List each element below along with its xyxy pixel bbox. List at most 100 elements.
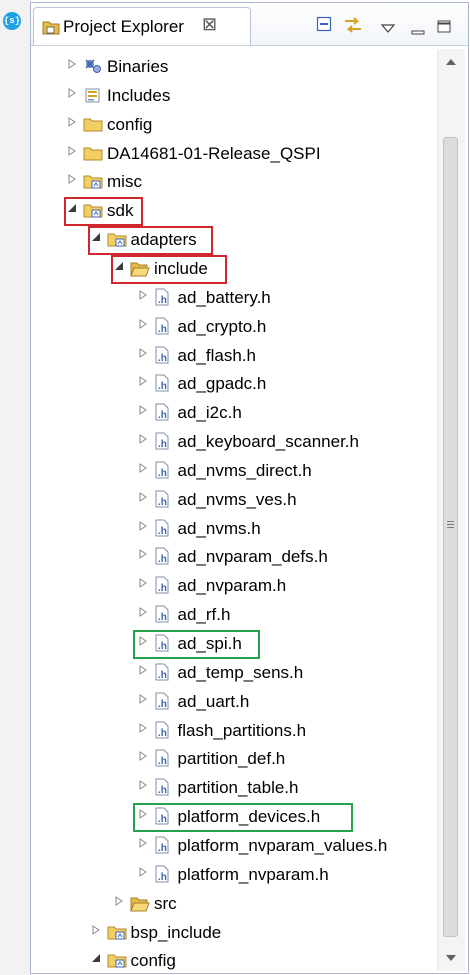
collapsed-arrow-icon[interactable] [138, 491, 148, 508]
svg-text:.h: .h [158, 468, 167, 479]
header-file-icon: .h [154, 432, 174, 452]
tree-item-label: ad_i2c.h [177, 403, 242, 423]
source-folder-icon [107, 923, 127, 943]
collapsed-arrow-icon[interactable] [67, 174, 77, 190]
header-file-icon: .h [154, 346, 174, 366]
collapsed-arrow-icon[interactable] [138, 347, 148, 364]
tree-item-label: ad_crypto.h [177, 316, 267, 336]
svg-text:.h: .h [158, 526, 167, 537]
collapsed-arrow-icon[interactable] [138, 318, 148, 335]
tree-item-label: ad_keyboard_scanner.h [177, 432, 359, 452]
binaries-icon [83, 57, 103, 77]
collapsed-arrow-icon[interactable] [138, 434, 148, 450]
svg-text:.h: .h [158, 872, 167, 883]
svg-text:.h: .h [158, 728, 167, 739]
scroll-up-icon[interactable] [446, 59, 456, 65]
folder-icon [83, 115, 103, 135]
tree-item-label: ad_nvms_direct.h [177, 460, 312, 480]
collapsed-arrow-icon[interactable] [138, 376, 148, 392]
collapsed-arrow-icon[interactable] [138, 693, 148, 710]
red-highlight-box [111, 254, 228, 284]
tree-item-label: src [154, 893, 177, 913]
collapsed-arrow-icon[interactable] [138, 549, 148, 565]
header-file-icon: .h [154, 721, 174, 741]
minimize-icon[interactable] [411, 21, 425, 41]
expanded-arrow-icon[interactable] [91, 953, 101, 969]
tree-item-label: ad_temp_sens.h [177, 662, 304, 682]
svg-text:.h: .h [158, 410, 167, 421]
link-with-editor-icon[interactable] [343, 16, 363, 39]
header-file-icon: .h [154, 519, 174, 539]
collapse-all-icon[interactable] [316, 16, 332, 37]
collapsed-arrow-icon[interactable] [138, 405, 148, 421]
red-highlight-box [64, 197, 143, 227]
tree-item-label: config [107, 114, 153, 134]
svg-text:.h: .h [158, 439, 167, 450]
tree-item-label: partition_def.h [177, 749, 286, 769]
svg-text:.h: .h [158, 554, 167, 565]
project-explorer-panel: Project Explorer ⊠ Binaries Includes confi… [30, 2, 469, 974]
collapsed-arrow-icon[interactable] [138, 289, 148, 306]
vertical-scrollbar[interactable] [437, 49, 465, 971]
tree-item-label: bsp_include [130, 922, 222, 942]
scroll-down-icon[interactable] [446, 955, 456, 961]
collapsed-arrow-icon[interactable] [138, 722, 148, 739]
view-menu-icon[interactable] [380, 19, 396, 39]
tree-item-label: misc [107, 172, 142, 192]
collapsed-arrow-icon[interactable] [67, 59, 77, 75]
panel-title: Project Explorer [63, 17, 184, 36]
source-folder-icon [83, 172, 103, 192]
close-icon[interactable]: ⊠ [202, 14, 217, 35]
tree-item-label: ad_nvparam.h [177, 576, 287, 596]
tree-item-label: ad_nvms_ves.h [177, 489, 297, 509]
collapsed-arrow-icon[interactable] [114, 895, 124, 912]
collapsed-arrow-icon[interactable] [91, 924, 101, 941]
tree-item-label: partition_table.h [177, 778, 299, 798]
svg-text:.h: .h [158, 785, 167, 796]
svg-text:.h: .h [158, 324, 167, 335]
collapsed-arrow-icon[interactable] [138, 578, 148, 594]
collapsed-arrow-icon[interactable] [67, 116, 77, 133]
collapsed-arrow-icon[interactable] [138, 607, 148, 623]
tree-item-label: Includes [107, 85, 171, 105]
collapsed-arrow-icon[interactable] [138, 780, 148, 796]
collapsed-arrow-icon[interactable] [138, 751, 148, 767]
tab-bar: Project Explorer ⊠ [31, 3, 468, 46]
collapsed-arrow-icon[interactable] [67, 87, 77, 104]
green-highlight-box [132, 803, 353, 833]
project-tree: Binaries Includes config DA14681-01-Release… [31, 50, 435, 970]
svg-text:.h: .h [158, 353, 167, 364]
collapsed-arrow-icon[interactable] [138, 838, 148, 854]
svg-text:.h: .h [158, 670, 167, 681]
tab-project-explorer[interactable]: Project Explorer ⊠ [33, 7, 251, 45]
header-file-icon: .h [154, 461, 174, 481]
header-file-icon: .h [154, 490, 174, 510]
sdk-icon[interactable]: {s} [3, 12, 21, 30]
tree-item-label: platform_nvparam.h [177, 864, 329, 884]
tree-item-label: ad_nvms.h [177, 518, 261, 538]
tree-item-label: Binaries [107, 57, 169, 76]
collapsed-arrow-icon[interactable] [138, 520, 148, 537]
header-file-icon: .h [154, 605, 174, 625]
collapsed-arrow-icon[interactable] [67, 145, 77, 162]
folder-icon [83, 144, 103, 164]
svg-text:.h: .h [158, 699, 167, 710]
tree-item-label: ad_gpadc.h [177, 374, 267, 394]
grip-icon [447, 521, 454, 531]
includes-icon [83, 86, 103, 106]
scroll-thumb[interactable] [443, 137, 458, 937]
collapsed-arrow-icon[interactable] [138, 866, 148, 883]
header-file-icon: .h [154, 663, 174, 683]
collapsed-arrow-icon[interactable] [138, 664, 148, 681]
svg-text:.h: .h [158, 843, 167, 854]
collapsed-arrow-icon[interactable] [138, 462, 148, 479]
open-folder-icon [130, 894, 150, 914]
header-file-icon: .h [154, 749, 174, 769]
red-highlight-box [87, 226, 213, 256]
header-file-icon: .h [154, 836, 174, 856]
svg-text:.h: .h [158, 612, 167, 623]
svg-text:.h: .h [158, 295, 167, 306]
header-file-icon: .h [154, 865, 174, 885]
tree-item-label: platform_nvparam_values.h [177, 835, 388, 855]
maximize-icon[interactable] [437, 18, 451, 38]
